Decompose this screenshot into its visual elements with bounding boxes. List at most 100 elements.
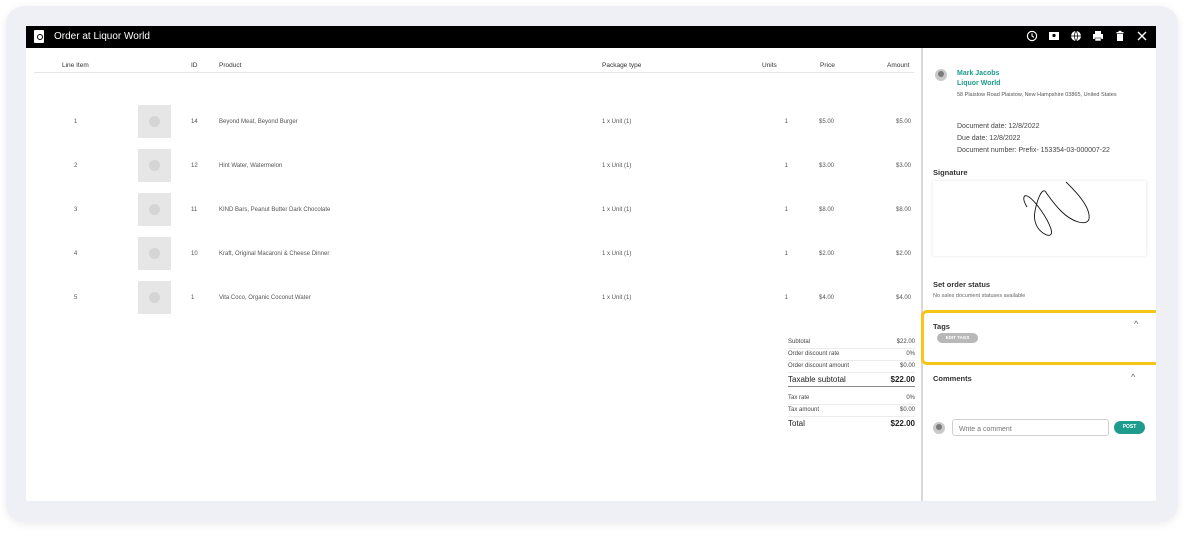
user-avatar xyxy=(933,422,945,434)
price: $3.00 xyxy=(818,163,834,169)
header-amount: Amount xyxy=(887,62,910,69)
table-row[interactable]: 2 12 Hint Water, Watermelon 1 x Unit (1)… xyxy=(34,149,914,183)
header-id: ID xyxy=(191,62,198,69)
header-units: Units xyxy=(762,62,777,69)
units: 1 xyxy=(784,119,788,125)
edit-tags-button[interactable]: EDIT TAGS xyxy=(937,333,978,343)
product-id: 10 xyxy=(191,251,198,257)
window-title: Order at Liquor World xyxy=(54,31,150,42)
total-row: Total $22.00 xyxy=(788,417,915,431)
table-row[interactable]: 1 14 Beyond Meat, Beyond Burger 1 x Unit… xyxy=(34,105,914,139)
tags-section: Tags ^ EDIT TAGS xyxy=(921,310,1156,365)
taxable-subtotal-row: Taxable subtotal $22.00 xyxy=(788,373,915,387)
tax-rate-label: Tax rate xyxy=(788,395,810,401)
product-name: Vita Coco, Organic Coconut Water xyxy=(219,295,311,301)
total-value: $22.00 xyxy=(890,419,915,428)
comment-input[interactable] xyxy=(952,419,1109,436)
document-number: Document number: Prefix- 153354-03-00000… xyxy=(957,147,1110,154)
units: 1 xyxy=(784,163,788,169)
contact-organization[interactable]: Liquor World xyxy=(957,80,1000,87)
package-type: 1 x Unit (1) xyxy=(602,251,632,257)
discount-rate-value: 0% xyxy=(906,351,915,357)
order-items-panel: Line Item ID Product Package type Units … xyxy=(26,48,921,501)
order-status-title: Set order status xyxy=(933,280,991,289)
package-type: 1 x Unit (1) xyxy=(602,119,632,125)
tax-rate-value: 0% xyxy=(906,395,915,401)
signature-box[interactable] xyxy=(933,181,1146,256)
document-info: Document date: 12/8/2022 Due date: 12/8/… xyxy=(957,121,1110,157)
product-image xyxy=(138,193,171,226)
product-image xyxy=(138,237,171,270)
taxable-subtotal-value: $22.00 xyxy=(890,375,915,384)
package-type: 1 x Unit (1) xyxy=(602,163,632,169)
product-image xyxy=(138,149,171,182)
contact-avatar xyxy=(935,69,947,81)
order-details-sidebar: Mark Jacobs Liquor World 58 Plaistow Roa… xyxy=(921,48,1156,501)
line-item-number: 4 xyxy=(74,251,78,257)
map-icon[interactable] xyxy=(1048,29,1060,43)
tax-amount-label: Tax amount xyxy=(788,407,820,413)
contact-name[interactable]: Mark Jacobs xyxy=(957,70,999,77)
header-price: Price xyxy=(820,62,835,69)
line-item-number: 5 xyxy=(74,295,78,301)
total-label: Total xyxy=(788,419,805,428)
table-header: Line Item ID Product Package type Units … xyxy=(34,61,914,73)
header-line-item: Line Item xyxy=(62,62,89,69)
header-product: Product xyxy=(219,62,242,69)
history-icon[interactable] xyxy=(1026,29,1038,43)
amount: $3.00 xyxy=(895,163,911,169)
units: 1 xyxy=(784,207,788,213)
product-image xyxy=(138,105,171,138)
order-totals: Subtotal $22.00 Order discount rate 0% O… xyxy=(788,337,915,431)
close-icon[interactable] xyxy=(1136,29,1148,43)
line-item-number: 2 xyxy=(74,163,78,169)
amount: $4.00 xyxy=(895,295,911,301)
price: $8.00 xyxy=(818,207,834,213)
table-row[interactable]: 5 1 Vita Coco, Organic Coconut Water 1 x… xyxy=(34,281,914,315)
chevron-up-icon[interactable]: ^ xyxy=(1131,373,1135,382)
header-package-type: Package type xyxy=(602,62,642,69)
signature-drawing xyxy=(1023,181,1090,236)
title-bar: Order at Liquor World xyxy=(26,26,1156,48)
discount-amount-row: Order discount amount $0.00 xyxy=(788,361,915,373)
line-item-number: 1 xyxy=(74,119,78,125)
price: $4.00 xyxy=(818,295,834,301)
price: $2.00 xyxy=(818,251,834,257)
taxable-subtotal-label: Taxable subtotal xyxy=(788,375,846,384)
discount-amount-value: $0.00 xyxy=(899,363,915,369)
document-date: Document date: 12/8/2022 xyxy=(957,123,1040,130)
package-type: 1 x Unit (1) xyxy=(602,207,632,213)
line-item-number: 3 xyxy=(74,207,78,213)
chevron-up-icon[interactable]: ^ xyxy=(1134,320,1138,329)
print-icon[interactable] xyxy=(1092,29,1104,43)
discount-rate-label: Order discount rate xyxy=(788,351,840,357)
product-id: 14 xyxy=(191,119,198,125)
units: 1 xyxy=(784,251,788,257)
delete-icon[interactable] xyxy=(1114,29,1126,43)
post-comment-button[interactable]: POST xyxy=(1114,421,1145,434)
product-image xyxy=(138,281,171,314)
contact-address: 58 Plaistow Road Plaistow, New Hampshire… xyxy=(957,92,1117,98)
product-id: 11 xyxy=(191,207,198,213)
product-name: Kraft, Original Macaroni & Cheese Dinner xyxy=(219,251,330,257)
table-row[interactable]: 3 11 KIND Bars, Peanut Butter Dark Choco… xyxy=(34,193,914,227)
tax-amount-row: Tax amount $0.00 xyxy=(788,405,915,417)
tags-title: Tags xyxy=(933,322,950,331)
units: 1 xyxy=(784,295,788,301)
price: $5.00 xyxy=(818,119,834,125)
subtotal-row: Subtotal $22.00 xyxy=(788,337,915,349)
product-name: Beyond Meat, Beyond Burger xyxy=(219,119,298,125)
package-type: 1 x Unit (1) xyxy=(602,295,632,301)
amount: $2.00 xyxy=(895,251,911,257)
product-id: 12 xyxy=(191,163,198,169)
product-id: 1 xyxy=(191,295,195,301)
globe-icon[interactable] xyxy=(1070,29,1082,43)
signature-title: Signature xyxy=(933,168,968,177)
toolbar xyxy=(1026,29,1148,43)
subtotal-value: $22.00 xyxy=(896,339,915,345)
table-row[interactable]: 4 10 Kraft, Original Macaroni & Cheese D… xyxy=(34,237,914,271)
tax-rate-row: Tax rate 0% xyxy=(788,393,915,405)
order-window: Order at Liquor World Line Item ID Produ… xyxy=(26,26,1156,501)
product-name: Hint Water, Watermelon xyxy=(219,163,283,169)
discount-amount-label: Order discount amount xyxy=(788,363,850,369)
